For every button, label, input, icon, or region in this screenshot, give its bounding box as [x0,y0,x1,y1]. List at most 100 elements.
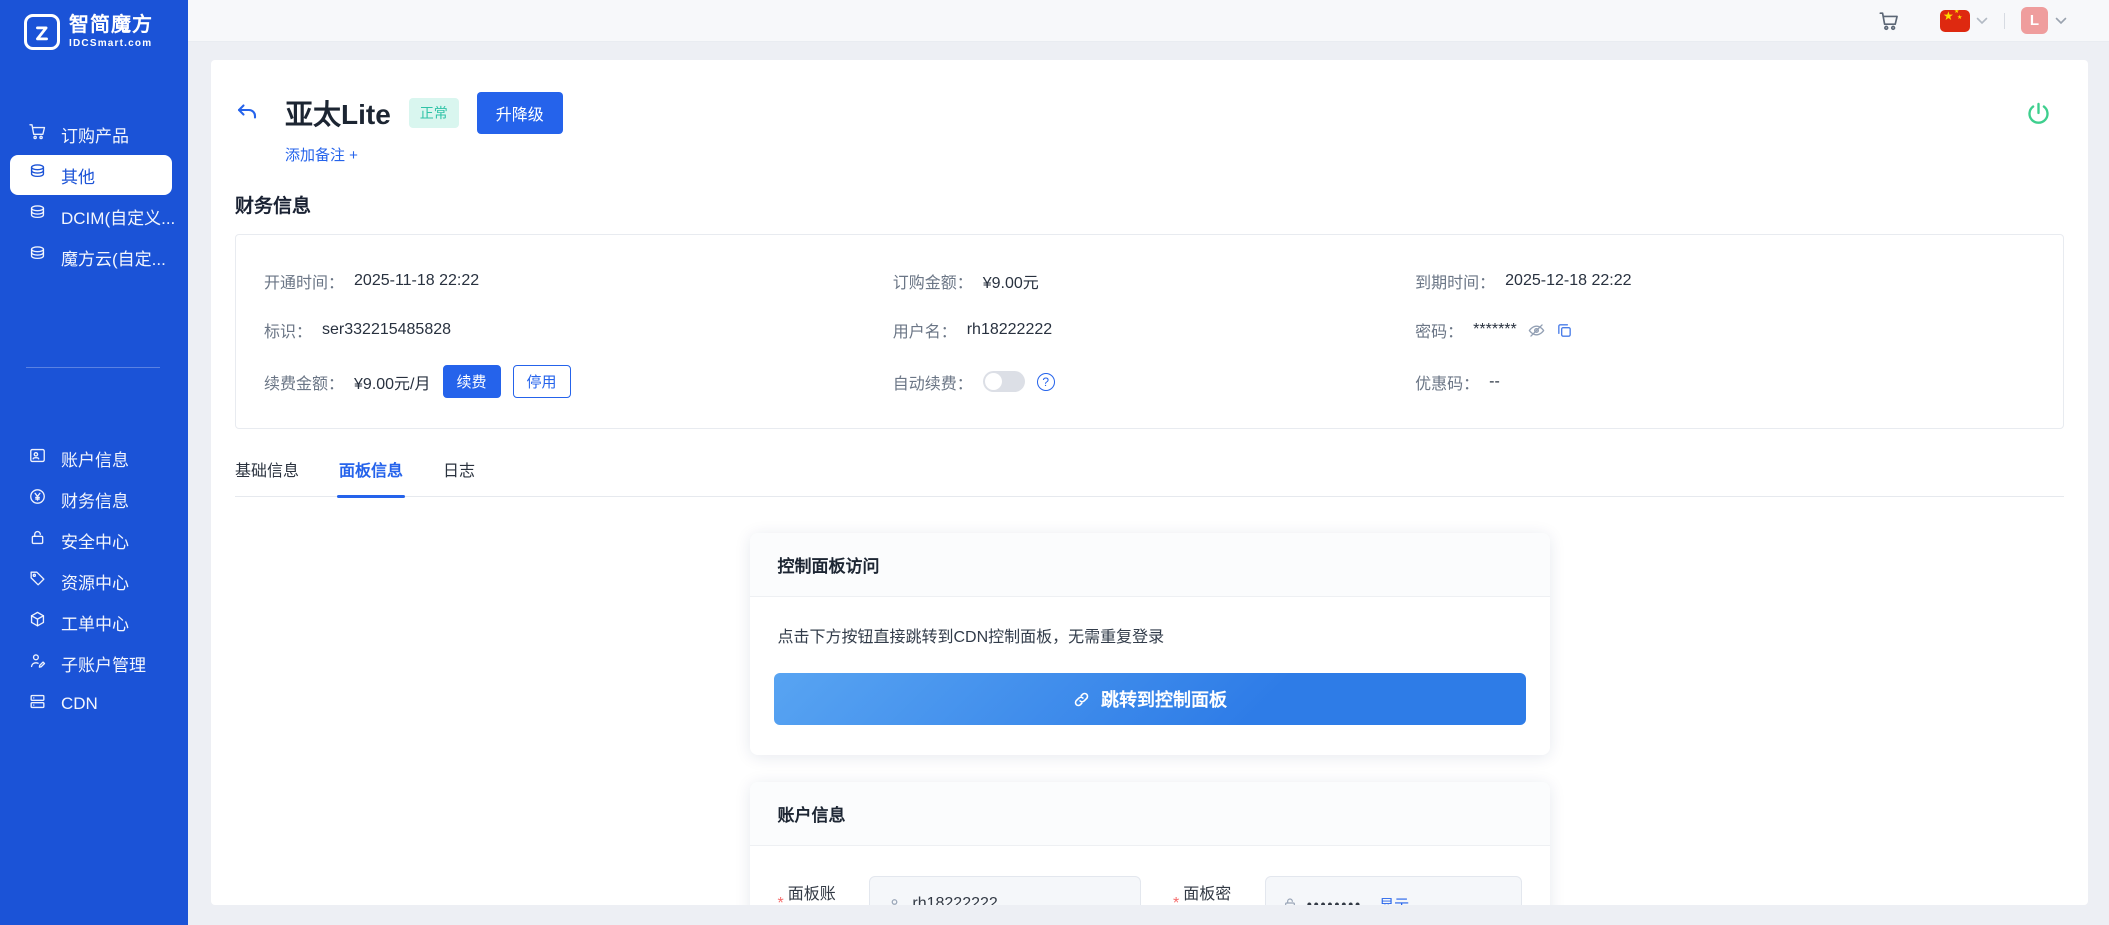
topbar-divider [2004,13,2005,29]
brand-domain: IDCSmart.com [69,39,153,50]
tab-basic-info[interactable]: 基础信息 [235,457,299,496]
link-icon [1072,690,1091,709]
panel-password-value: •••••••• [1307,896,1362,905]
username-field: 用户名： rh18222222 [893,316,1415,344]
account-info-title: 账户信息 [750,782,1550,846]
lock-icon [28,528,47,552]
renew-amount-field: 续费金额： ¥9.00元/月 续费 停用 [264,365,893,398]
tab-bar: 基础信息 面板信息 日志 [235,457,2064,497]
panel-password-group: * 面板密码 •••••••• 显示 [1173,876,1522,905]
sidebar-item-label: 工单中心 [61,610,129,635]
coupon-field: 优惠码： -- [1415,365,2035,398]
tab-panel-info[interactable]: 面板信息 [339,457,403,496]
user-menu[interactable]: L [2021,7,2067,34]
yen-circle-icon [28,487,47,511]
show-password-link[interactable]: 显示 [1379,894,1409,906]
sidebar-item-resource-center[interactable]: 资源中心 [0,561,188,601]
eye-off-icon[interactable] [1527,321,1546,340]
sidebar-item-ticket-center[interactable]: 工单中心 [0,602,188,642]
add-note-link[interactable]: 添加备注 + [285,144,358,165]
back-icon[interactable] [235,101,259,125]
finance-box: 开通时间： 2025-11-18 22:22 订购金额： ¥9.00元 到期时间… [235,234,2064,429]
sidebar-item-label: CDN [61,694,98,714]
brand-name: 智简魔方 [69,15,153,36]
upgrade-downgrade-button[interactable]: 升降级 [477,92,563,134]
help-icon[interactable]: ? [1037,373,1055,391]
panel-account-label: 面板账号 [788,880,852,905]
cart-icon [28,122,47,146]
sidebar-item-order-product[interactable]: 订购产品 [0,114,188,154]
sidebar-item-label: 订购产品 [61,122,129,147]
sidebar-item-subaccount[interactable]: 子账户管理 [0,643,188,683]
panel-password-input[interactable]: •••••••• 显示 [1265,876,1522,905]
chevron-down-icon [2055,17,2067,25]
sidebar-menu-top: 订购产品 其他 DCIM(自定义... 魔方云(自定... [0,114,188,277]
sidebar-item-dcim[interactable]: DCIM(自定义... [0,196,188,236]
language-selector[interactable]: ★★★ [1940,10,1988,32]
auto-renew-field: 自动续费： ? [893,365,1415,398]
sidebar-item-label: 子账户管理 [61,651,146,676]
sidebar-item-finance-info[interactable]: 财务信息 [0,479,188,519]
renew-button[interactable]: 续费 [443,365,501,398]
sidebar-item-label: 资源中心 [61,569,129,594]
open-time-field: 开通时间： 2025-11-18 22:22 [264,267,893,295]
sidebar-divider [26,367,160,368]
main-card: 亚太Lite 正常 升降级 添加备注 + 财务信息 开通时间： 2025-11-… [211,60,2088,905]
sidebar-item-label: DCIM(自定义... [61,204,175,229]
power-icon[interactable] [2025,100,2052,127]
tag-icon [28,569,47,593]
chevron-down-icon [1976,17,1988,25]
panel-account-value: rh18222222 [912,895,997,905]
required-asterisk: * [1173,895,1179,905]
database-icon [28,204,47,228]
cart-icon[interactable] [1878,10,1900,32]
sidebar-item-label: 财务信息 [61,487,129,512]
sidebar-item-cdn[interactable]: CDN [0,684,188,724]
stop-button[interactable]: 停用 [513,365,571,398]
topbar: ★★★ L [188,0,2109,42]
panel-password-label: 面板密码 [1183,880,1247,905]
password-field: 密码： ******* [1415,316,2035,344]
database-icon [28,163,47,187]
lock-icon [1282,896,1298,905]
brand-logo-icon [24,14,60,50]
status-badge: 正常 [409,98,459,128]
identifier-field: 标识： ser332215485828 [264,316,893,344]
app-root: 智简魔方 IDCSmart.com 订购产品 其他 DCIM(自定义... 魔方… [0,0,2109,925]
account-info-card: 账户信息 * 面板账号 rh18222222 * 面板密码 [750,782,1550,905]
person-icon [886,896,903,906]
id-card-icon [28,446,47,470]
tab-logs[interactable]: 日志 [443,457,475,496]
server-icon [28,692,47,716]
sidebar: 智简魔方 IDCSmart.com 订购产品 其他 DCIM(自定义... 魔方… [0,0,188,925]
sidebar-menu-bottom: 账户信息 财务信息 安全中心 资源中心 工单中心 子账户管理 [0,438,188,724]
sidebar-item-label: 其他 [61,163,95,188]
sidebar-item-label: 魔方云(自定... [61,245,166,270]
auto-renew-toggle[interactable] [983,371,1025,392]
copy-icon[interactable] [1556,322,1573,339]
panel-account-group: * 面板账号 rh18222222 [778,876,1141,905]
content-area: 亚太Lite 正常 升降级 添加备注 + 财务信息 开通时间： 2025-11-… [188,42,2109,925]
china-flag-icon: ★★★ [1940,10,1970,32]
cube-icon [28,610,47,634]
sidebar-item-other[interactable]: 其他 [10,155,172,195]
finance-section-title: 财务信息 [235,191,2064,218]
avatar: L [2021,7,2048,34]
panel-account-input[interactable]: rh18222222 [869,876,1141,905]
sidebar-item-label: 安全中心 [61,528,129,553]
sidebar-item-label: 账户信息 [61,446,129,471]
order-amount-field: 订购金额： ¥9.00元 [893,267,1415,295]
sidebar-item-account-info[interactable]: 账户信息 [0,438,188,478]
product-header: 亚太Lite 正常 升降级 [235,92,2064,134]
brand-logo[interactable]: 智简魔方 IDCSmart.com [0,0,188,50]
required-asterisk: * [778,895,784,905]
user-edit-icon [28,651,47,675]
expire-time-field: 到期时间： 2025-12-18 22:22 [1415,267,2035,295]
panel-access-title: 控制面板访问 [750,533,1550,597]
page-title: 亚太Lite [285,93,391,133]
database-icon [28,245,47,269]
sidebar-item-mofang-cloud[interactable]: 魔方云(自定... [0,237,188,277]
sidebar-item-security-center[interactable]: 安全中心 [0,520,188,560]
jump-to-panel-button[interactable]: 跳转到控制面板 [774,673,1526,725]
panel-access-description: 点击下方按钮直接跳转到CDN控制面板，无需重复登录 [774,623,1526,647]
